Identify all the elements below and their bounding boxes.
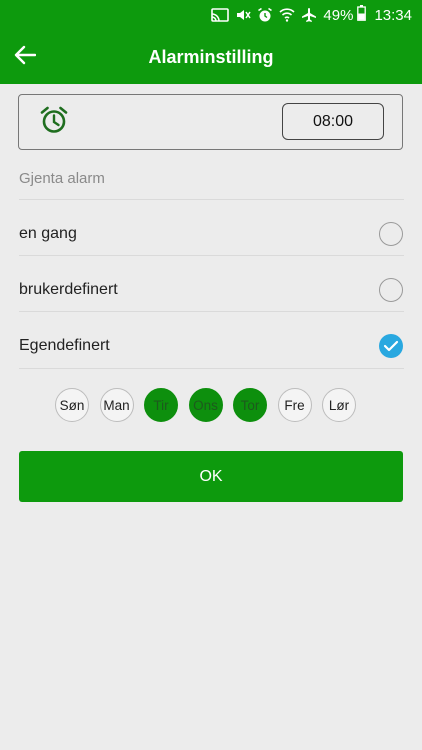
option-label: Egendefinert bbox=[19, 337, 110, 354]
battery-percent: 49% bbox=[323, 6, 354, 24]
option-en-gang[interactable]: en gang bbox=[19, 206, 404, 262]
ok-button[interactable]: OK bbox=[19, 451, 403, 502]
option-brukerdefinert[interactable]: brukerdefinert bbox=[19, 262, 404, 318]
radio-button[interactable] bbox=[379, 278, 403, 302]
divider bbox=[19, 368, 404, 369]
alarm-time-button[interactable]: 08:00 bbox=[282, 103, 384, 140]
radio-button-checked[interactable] bbox=[379, 334, 403, 358]
day-wed[interactable]: Ons bbox=[188, 388, 223, 422]
battery-icon bbox=[357, 5, 367, 25]
mute-icon bbox=[235, 7, 252, 23]
airplane-icon bbox=[301, 7, 317, 23]
cast-icon bbox=[211, 7, 230, 23]
weekday-selector: Søn Man Tir Ons Tor Fre Lør bbox=[55, 388, 356, 422]
alarm-clock-icon bbox=[39, 105, 69, 140]
day-sun[interactable]: Søn bbox=[55, 388, 89, 422]
repeat-label: Gjenta alarm bbox=[19, 170, 105, 187]
option-label: brukerdefinert bbox=[19, 281, 118, 298]
wifi-icon bbox=[279, 7, 295, 23]
divider bbox=[19, 311, 404, 312]
day-sat[interactable]: Lør bbox=[322, 388, 356, 422]
alarm-icon bbox=[257, 7, 273, 23]
app-bar: Alarminstilling bbox=[0, 30, 422, 84]
option-label: en gang bbox=[19, 225, 77, 242]
page-title: Alarminstilling bbox=[148, 47, 274, 67]
divider bbox=[19, 199, 404, 200]
option-egendefinert[interactable]: Egendefinert bbox=[19, 318, 404, 374]
status-time: 13:34 bbox=[374, 6, 412, 24]
day-fri[interactable]: Fre bbox=[277, 388, 312, 422]
day-mon[interactable]: Man bbox=[99, 388, 134, 422]
check-icon bbox=[383, 340, 399, 352]
day-thu[interactable]: Tor bbox=[233, 388, 267, 422]
radio-button[interactable] bbox=[379, 222, 403, 246]
day-tue[interactable]: Tir bbox=[144, 388, 178, 422]
divider bbox=[19, 255, 404, 256]
alarm-time-card: 08:00 bbox=[18, 94, 403, 150]
status-bar: 49% 13:34 bbox=[0, 0, 422, 30]
